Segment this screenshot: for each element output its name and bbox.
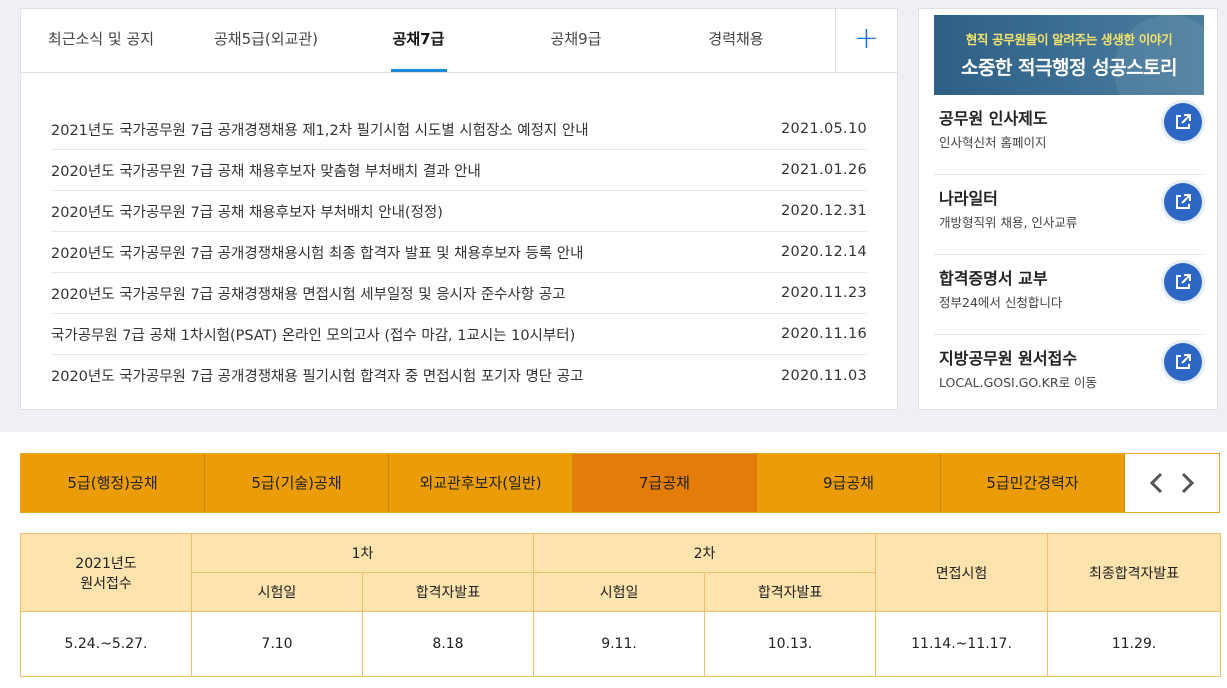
cell-round1-exam: 7.10	[191, 611, 363, 677]
cell-round2-result: 10.13.	[704, 611, 877, 677]
header-application-year: 2021년도	[75, 555, 137, 572]
notice-title[interactable]: 2020년도 국가공무원 7급 공개경쟁채용 필기시험 합격자 중 면접시험 포…	[51, 365, 583, 386]
notice-date: 2021.01.26	[780, 162, 867, 178]
notice-title[interactable]: 2020년도 국가공무원 7급 공개경쟁채용시험 최종 합격자 발표 및 채용후…	[51, 242, 583, 263]
header-round1-exam: 시험일	[191, 572, 363, 612]
tab-label: 최근소식 및 공지	[47, 30, 155, 48]
external-link-button[interactable]	[1164, 103, 1202, 141]
notice-tab-bar: 최근소식 및 공지 공채5급(외교관) 공채7급 공채9급 경력채용 +	[21, 9, 897, 73]
cell-application: 5.24.~5.27.	[20, 611, 192, 677]
notice-title[interactable]: 2021년도 국가공무원 7급 공개경쟁채용 제1,2차 필기시험 시도별 시험…	[51, 119, 589, 140]
exam-schedule-table: 2021년도 원서접수 1차 2차 면접시험 최종합격자발표 시험일 합격자발표…	[20, 533, 1222, 677]
tab-grade5-diplomat[interactable]: 공채5급(외교관)	[181, 9, 351, 72]
link-title: 나라일터	[939, 189, 998, 208]
header-round2: 2차	[533, 533, 877, 573]
more-button[interactable]: +	[835, 9, 897, 72]
link-desc: 인사혁신처 홈페이지	[939, 135, 1047, 150]
link-desc: 개방형직위 채용, 인사교류	[939, 215, 1078, 230]
tab-navigation	[1125, 454, 1219, 512]
cell-final: 11.29.	[1047, 611, 1222, 677]
tab-grade9-exam[interactable]: 9급공채	[757, 454, 941, 512]
list-item[interactable]: 2020년도 국가공무원 7급 공채경쟁채용 면접시험 세부일정 및 응시자 준…	[51, 273, 867, 314]
notice-list: 2021년도 국가공무원 7급 공개경쟁채용 제1,2차 필기시험 시도별 시험…	[51, 109, 867, 396]
tab-latest-news[interactable]: 최근소식 및 공지	[21, 9, 181, 72]
external-link-button[interactable]	[1164, 343, 1202, 381]
header-application-label: 원서접수	[80, 575, 132, 592]
external-link-button[interactable]	[1164, 263, 1202, 301]
link-local-application[interactable]: 지방공무원 원서접수 LOCAL.GOSI.GO.KR로 이동	[934, 335, 1204, 415]
tab-grade5-tech[interactable]: 5급(기술)공채	[205, 454, 389, 512]
header-round1: 1차	[190, 533, 535, 573]
link-personnel-system[interactable]: 공무원 인사제도 인사혁신처 홈페이지	[934, 95, 1204, 175]
story-banner[interactable]: 현직 공무원들이 알려주는 생생한 이야기 소중한 적극행정 성공스토리	[934, 15, 1204, 95]
list-item[interactable]: 2020년도 국가공무원 7급 공개경쟁채용시험 최종 합격자 발표 및 채용후…	[51, 232, 867, 273]
list-item[interactable]: 2020년도 국가공무원 7급 공개경쟁채용 필기시험 합격자 중 면접시험 포…	[51, 355, 867, 396]
header-application: 2021년도 원서접수	[20, 533, 192, 612]
table-row: 5.24.~5.27. 7.10 8.18 9.11. 10.13. 11.14…	[20, 611, 1222, 677]
tab-grade7-exam[interactable]: 7급공채	[573, 454, 757, 512]
side-panel: 현직 공무원들이 알려주는 생생한 이야기 소중한 적극행정 성공스토리 공무원…	[918, 8, 1218, 410]
tab-label: 경력채용	[708, 30, 764, 48]
tab-label: 공채7급	[392, 30, 445, 48]
external-link-icon	[1176, 194, 1191, 209]
banner-title: 소중한 적극행정 성공스토리	[961, 57, 1178, 79]
link-title: 지방공무원 원서접수	[939, 349, 1078, 368]
link-certificate[interactable]: 합격증명서 교부 정부24에서 신청합니다	[934, 255, 1204, 335]
tab-label: 공채9급	[550, 30, 602, 48]
tab-diplomat[interactable]: 외교관후보자(일반)	[389, 454, 573, 512]
link-title: 공무원 인사제도	[939, 109, 1048, 128]
link-desc: 정부24에서 신청합니다	[939, 295, 1063, 310]
tab-grade7[interactable]: 공채7급	[351, 9, 486, 72]
chevron-right-icon[interactable]	[1177, 471, 1197, 495]
header-round2-result: 합격자발표	[704, 572, 877, 612]
notice-date: 2020.12.14	[780, 244, 867, 260]
cell-round2-exam: 9.11.	[533, 611, 706, 677]
notice-title[interactable]: 2020년도 국가공무원 7급 공채 채용후보자 부처배치 안내(정정)	[51, 201, 443, 222]
header-interview: 면접시험	[875, 533, 1049, 612]
external-link-icon	[1176, 354, 1191, 369]
link-narailter[interactable]: 나라일터 개방형직위 채용, 인사교류	[934, 175, 1204, 255]
link-title: 합격증명서 교부	[939, 269, 1048, 288]
plus-icon: +	[853, 21, 880, 56]
chevron-left-icon[interactable]	[1147, 471, 1167, 495]
header-round1-result: 합격자발표	[361, 572, 535, 612]
external-link-icon	[1176, 274, 1191, 289]
notice-date: 2020.11.16	[780, 326, 867, 342]
tab-grade5-private[interactable]: 5급민간경력자	[941, 454, 1125, 512]
external-link-button[interactable]	[1164, 183, 1202, 221]
tab-label: 공채5급(외교관)	[213, 30, 319, 48]
cell-interview: 11.14.~11.17.	[875, 611, 1049, 677]
notice-date: 2020.11.03	[780, 367, 867, 384]
exam-category-tabs: 5급(행정)공채 5급(기술)공채 외교관후보자(일반) 7급공채 9급공채 5…	[20, 453, 1220, 513]
notice-panel: 최근소식 및 공지 공채5급(외교관) 공채7급 공채9급 경력채용 + 202…	[20, 8, 898, 410]
list-item[interactable]: 2020년도 국가공무원 7급 공채 채용후보자 맞춤형 부처배치 결과 안내 2…	[51, 150, 867, 191]
active-tab-indicator	[390, 69, 447, 72]
cell-round1-result: 8.18	[361, 611, 535, 677]
list-item[interactable]: 2020년도 국가공무원 7급 공채 채용후보자 부처배치 안내(정정) 2020…	[51, 191, 867, 232]
tab-grade9[interactable]: 공채9급	[486, 9, 666, 72]
notice-title[interactable]: 2020년도 국가공무원 7급 공채 채용후보자 맞춤형 부처배치 결과 안내	[51, 160, 481, 181]
external-link-icon	[1176, 114, 1191, 129]
header-round2-exam: 시험일	[533, 572, 706, 612]
list-item[interactable]: 2021년도 국가공무원 7급 공개경쟁채용 제1,2차 필기시험 시도별 시험…	[51, 109, 867, 150]
notice-date: 2020.11.23	[780, 285, 867, 301]
header-final: 최종합격자발표	[1047, 533, 1222, 612]
notice-title[interactable]: 국가공무원 7급 공채 1차시험(PSAT) 온라인 모의고사 (접수 마감, …	[51, 324, 575, 345]
notice-date: 2021.05.10	[780, 121, 867, 137]
list-item[interactable]: 국가공무원 7급 공채 1차시험(PSAT) 온라인 모의고사 (접수 마감, …	[51, 314, 867, 355]
tab-grade5-admin[interactable]: 5급(행정)공채	[21, 454, 205, 512]
tab-career[interactable]: 경력채용	[666, 9, 806, 72]
link-desc: LOCAL.GOSI.GO.KR로 이동	[939, 375, 1098, 390]
notice-date: 2020.12.31	[780, 203, 867, 219]
notice-title[interactable]: 2020년도 국가공무원 7급 공채경쟁채용 면접시험 세부일정 및 응시자 준…	[51, 283, 566, 304]
banner-subtitle: 현직 공무원들이 알려주는 생생한 이야기	[965, 32, 1173, 47]
